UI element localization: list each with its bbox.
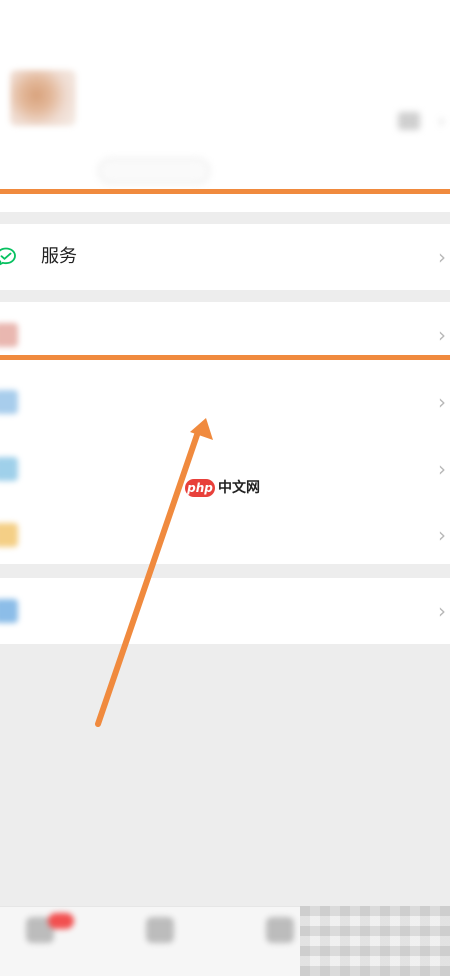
tab-contacts[interactable]: [130, 915, 190, 971]
contacts-icon: [146, 917, 174, 943]
watermark-text: 中文网: [218, 480, 260, 496]
discover-icon: [266, 917, 294, 943]
watermark-badge: php: [185, 479, 215, 497]
pixelated-region: [300, 906, 450, 976]
unread-badge: [48, 913, 74, 929]
wechat-me-screen: › 服务 › › › › › › php 中文网: [0, 0, 450, 976]
tab-chats[interactable]: [10, 913, 74, 971]
php-cn-watermark: php 中文网: [185, 479, 275, 499]
